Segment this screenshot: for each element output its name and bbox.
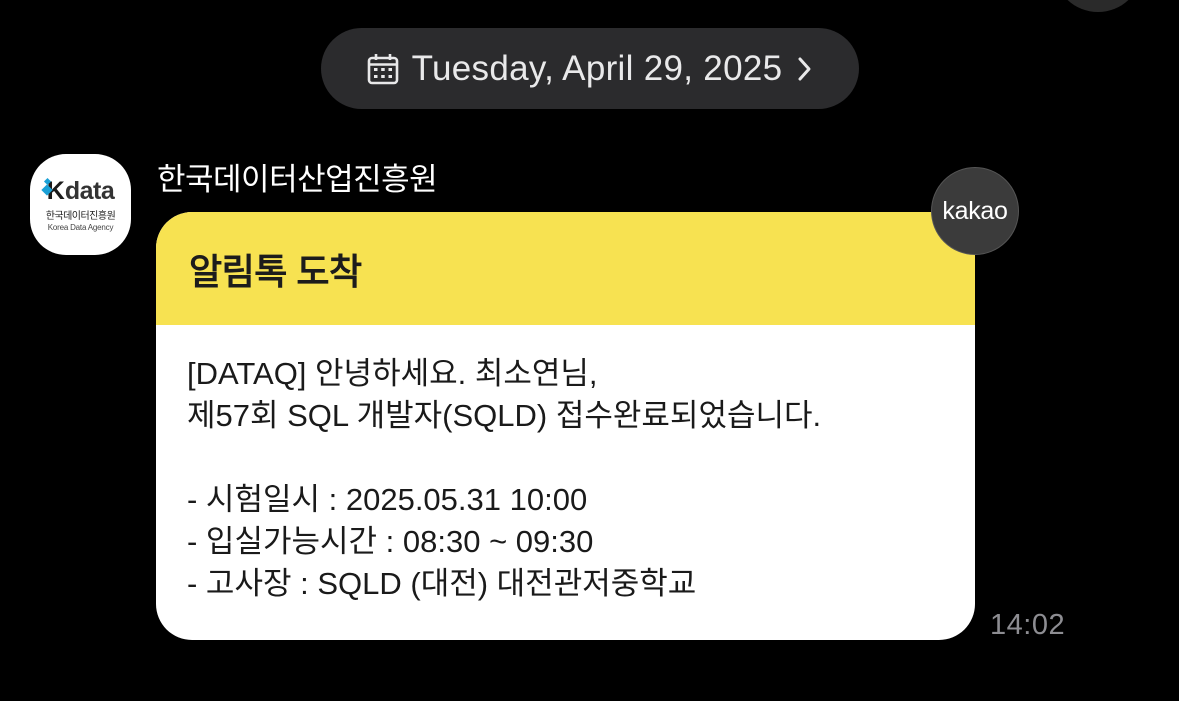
date-navigator-button[interactable]: Tuesday, April 29, 2025 bbox=[321, 28, 859, 109]
message-title: 알림톡 도착 bbox=[189, 250, 362, 292]
logo-accent-small bbox=[43, 177, 51, 185]
logo-accent bbox=[41, 183, 53, 196]
message-timestamp: 14:02 bbox=[990, 609, 1066, 641]
message-line bbox=[187, 437, 943, 479]
top-corner-avatar-fragment[interactable] bbox=[1055, 0, 1141, 12]
logo-english-name: Korea Data Agency bbox=[47, 223, 114, 232]
sender-avatar[interactable]: K data 한국데이터진흥원 Korea Data Agency bbox=[30, 154, 131, 255]
kakao-badge: kakao bbox=[931, 167, 1019, 255]
kdata-logo: K data bbox=[41, 176, 115, 206]
logo-brand-text: data bbox=[64, 176, 115, 205]
message-line: - 고사장 : SQLD (대전) 대전관저중학교 bbox=[187, 566, 697, 601]
chat-screen: Tuesday, April 29, 2025 K data 한국데이터진흥원 … bbox=[0, 0, 1179, 701]
sender-name: 한국데이터산업진흥원 bbox=[157, 162, 438, 197]
message-body: [DATAQ] 안녕하세요. 최소연님, 제57회 SQL 개발자(SQLD) … bbox=[156, 325, 975, 605]
message-line: 제57회 SQL 개발자(SQLD) 접수완료되었습니다. bbox=[187, 398, 822, 433]
logo-k-mark: K bbox=[41, 177, 65, 206]
message-line: - 입실가능시간 : 08:30 ~ 09:30 bbox=[187, 524, 594, 559]
chevron-right-icon bbox=[794, 56, 814, 82]
message-line: - 시험일시 : 2025.05.31 10:00 bbox=[187, 482, 588, 517]
calendar-icon bbox=[366, 52, 400, 86]
message-line: [DATAQ] 안녕하세요. 최소연님, bbox=[187, 356, 598, 391]
date-label: Tuesday, April 29, 2025 bbox=[411, 48, 783, 88]
logo-korean-name: 한국데이터진흥원 bbox=[45, 211, 116, 222]
message-bubble[interactable]: 알림톡 도착 [DATAQ] 안녕하세요. 최소연님, 제57회 SQL 개발자… bbox=[156, 212, 975, 640]
message-header: 알림톡 도착 bbox=[156, 212, 975, 325]
